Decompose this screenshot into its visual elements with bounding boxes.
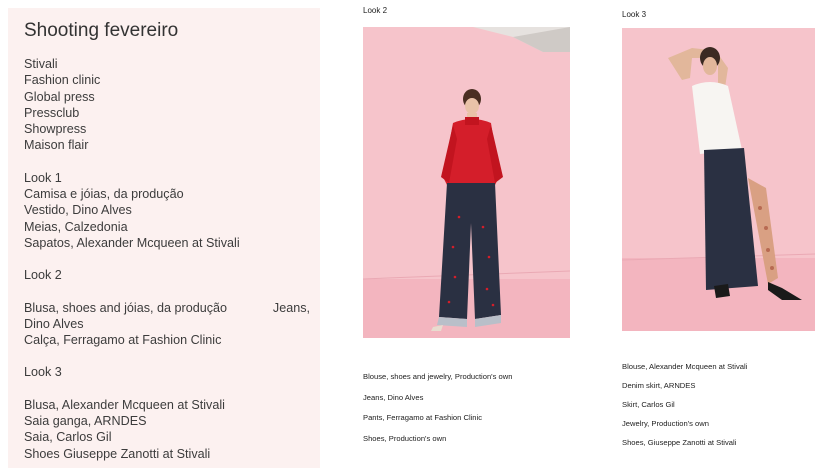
look2-item-row: Blusa, shoes and jóias, da produção Jean…: [24, 300, 310, 316]
look3-photo: [622, 28, 815, 331]
look3-item: Shoes Giuseppe Zanotti at Stivali: [24, 446, 211, 461]
look1-heading: Look 1: [24, 170, 62, 185]
look3-model-illustration: [622, 28, 815, 331]
brand-list: Stivali Fashion clinic Global press Pres…: [24, 56, 320, 154]
brand-item: Showpress: [24, 122, 87, 137]
brand-item: Fashion clinic: [24, 73, 101, 88]
brand-item: Global press: [24, 89, 95, 104]
look1-item: Camisa e jóias, da produção: [24, 187, 184, 202]
look2-label: Look 2: [363, 6, 388, 15]
look2-item: Jeans,: [272, 300, 310, 315]
look3-item: Saia ganga, ARNDES: [24, 414, 147, 429]
look3-caption: Blouse, Alexander Mcqueen at Stivali: [622, 362, 748, 371]
look2-item: Blusa, shoes and jóias, da produção: [24, 300, 228, 315]
brand-item: Stivali: [24, 57, 58, 71]
look3-label: Look 3: [622, 10, 647, 19]
brand-item: Pressclub: [24, 105, 80, 120]
look3-caption: Shoes, Giuseppe Zanotti at Stivali: [622, 438, 737, 447]
look1-item: Meias, Calzedonia: [24, 219, 128, 234]
look3-item: Blusa, Alexander Mcqueen at Stivali: [24, 397, 225, 412]
look3-item: Saia, Carlos Gil: [24, 430, 112, 445]
look2-photo: [363, 27, 570, 338]
brand-item: Maison flair: [24, 138, 89, 153]
look3-heading: Look 3: [24, 365, 62, 380]
look3-caption: Jewelry, Production's own: [622, 419, 709, 428]
look1-item: Vestido, Dino Alves: [24, 203, 132, 218]
look1-item: Sapatos, Alexander Mcqueen at Stivali: [24, 235, 240, 250]
styling-notes-panel: Shooting fevereiro Stivali Fashion clini…: [8, 8, 320, 468]
look3-caption: Skirt, Carlos Gil: [622, 400, 675, 409]
look3-caption: Denim skirt, ARNDES: [622, 381, 696, 390]
look2-caption: Jeans, Dino Alves: [363, 393, 424, 402]
look2-caption: Pants, Ferragamo at Fashion Clinic: [363, 413, 483, 422]
look2-item: Calça, Ferragamo at Fashion Clinic: [24, 333, 222, 348]
notes-title: Shooting fevereiro: [24, 20, 179, 41]
look2-caption: Blouse, shoes and jewelry, Production's …: [363, 372, 513, 381]
look2-model-illustration: [363, 27, 570, 338]
look2-caption: Shoes, Production's own: [363, 434, 447, 443]
look2-item: Dino Alves: [24, 316, 84, 331]
look2-heading: Look 2: [24, 268, 62, 283]
